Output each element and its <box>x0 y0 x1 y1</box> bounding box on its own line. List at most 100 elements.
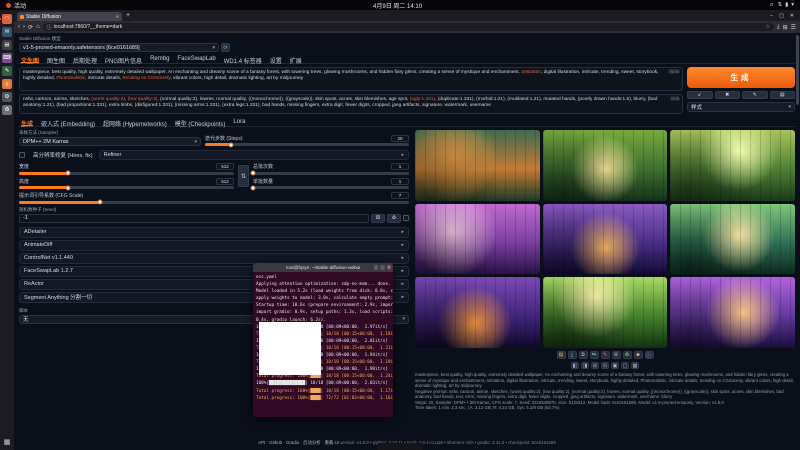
footer-link-1[interactable]: API <box>258 440 265 445</box>
batch-count-slider[interactable]: 总批次数1 <box>253 163 409 175</box>
extensions-button[interactable]: ⊞ <box>783 24 788 31</box>
settings-tab-4[interactable]: 模型 (Checkpoints) <box>175 119 226 126</box>
styles-dropdown[interactable]: 样式 ▾ <box>687 102 795 112</box>
main-tab-3[interactable]: 后期处理 <box>73 56 97 63</box>
gallery-image-4[interactable] <box>415 204 540 275</box>
terminal-minimize-button[interactable] <box>374 265 379 270</box>
steps-slider[interactable]: 迭代步数 (Steps)20 <box>205 135 409 147</box>
reload-button[interactable]: ⟳ <box>28 24 33 31</box>
bottom-dock-pill[interactable] <box>377 443 423 450</box>
main-tab-5[interactable]: Rembg <box>150 56 169 63</box>
refresh-checkpoint-button[interactable]: ⟳ <box>221 43 230 52</box>
close-button[interactable]: ✕ <box>790 13 794 19</box>
extra-networks-button[interactable]: ▤ <box>770 91 796 99</box>
width-slider-knob[interactable] <box>65 171 70 176</box>
footer-link-3[interactable]: Gradio <box>286 440 299 445</box>
network-icon[interactable]: ⇅ <box>778 2 783 8</box>
gallery-action-2[interactable]: ◨ <box>581 362 589 369</box>
terminal-window[interactable]: root@fqsyn: ~/stable-diffusion-webui ✕ e… <box>253 263 393 417</box>
settings-tab-3[interactable]: 超网络 (Hypernetworks) <box>103 119 167 126</box>
url-bar[interactable]: ⓘ localhost:7860/?__theme=dark ☆ <box>43 23 774 31</box>
files-icon[interactable]: ▤ <box>2 40 12 50</box>
gallery-action-3[interactable]: ⊞ <box>591 362 599 369</box>
gallery-image-6[interactable] <box>670 204 795 275</box>
settings-icon[interactable]: ⚙ <box>2 92 12 102</box>
gallery-image-5[interactable] <box>543 204 668 275</box>
settings-tab-5[interactable]: Lora <box>233 119 245 126</box>
prompt-textarea[interactable]: masterpiece, best quality, high quality,… <box>19 67 683 91</box>
main-tab-2[interactable]: 图生图 <box>47 56 65 63</box>
browser-tab[interactable]: Stable Diffusion ✕ <box>17 12 122 21</box>
send-to-inpaint-icon[interactable]: ✎ <box>601 351 610 359</box>
cfg-scale-slider-knob[interactable] <box>97 200 102 205</box>
main-tab-6[interactable]: FaceSwapLab <box>177 56 215 63</box>
footer-link-4[interactable]: 启动分析 <box>303 440 321 445</box>
gallery-image-3[interactable] <box>670 130 795 201</box>
image-info-icon[interactable]: ⓘ <box>645 351 654 359</box>
steps-slider-value[interactable]: 20 <box>391 135 409 142</box>
main-tab-8[interactable]: 设置 <box>270 56 282 63</box>
reuse-seed-button[interactable]: ♻ <box>387 214 401 223</box>
batch-count-slider-value[interactable]: 1 <box>391 163 409 170</box>
width-slider[interactable]: 宽度512 <box>19 163 234 175</box>
bookmark-star-icon[interactable]: ☆ <box>765 24 769 30</box>
page-scrollbar[interactable] <box>796 35 799 105</box>
open-folder-icon[interactable]: ▤ <box>557 351 566 359</box>
home-button[interactable]: ⌂ <box>36 24 40 31</box>
height-slider-track[interactable] <box>19 186 234 189</box>
swap-dimensions-button[interactable]: ⇅ <box>238 165 249 187</box>
terminal-icon[interactable]: ⌨ <box>2 53 12 63</box>
downloads-button[interactable]: ⤓ <box>777 24 780 31</box>
cfg-scale-slider-track[interactable] <box>19 201 409 204</box>
batch-size-slider-track[interactable] <box>253 186 409 189</box>
steps-slider-knob[interactable] <box>229 142 234 147</box>
batch-count-slider-track[interactable] <box>253 172 409 175</box>
activities-button[interactable]: 活动 <box>14 1 26 10</box>
volume-icon[interactable]: ♬ <box>769 2 775 8</box>
gallery-image-8[interactable] <box>543 277 668 348</box>
gallery-action-7[interactable]: ▩ <box>631 362 639 369</box>
maximize-button[interactable]: ▢ <box>779 13 784 19</box>
edit-styles-button[interactable]: ✎ <box>742 91 768 99</box>
minimize-button[interactable]: – <box>770 13 773 19</box>
accordion-2[interactable]: AnimateDiff▸ <box>19 240 409 251</box>
batch-size-slider-value[interactable]: 1 <box>391 178 409 185</box>
footer-link-5[interactable]: 重载 UI <box>325 440 339 445</box>
generate-button[interactable]: 生成 <box>687 67 795 88</box>
firefox-icon[interactable]: ◠ <box>2 14 12 24</box>
height-slider-knob[interactable] <box>65 185 70 190</box>
refiner-accordion[interactable]: Refiner ▸ <box>99 150 409 160</box>
battery-icon[interactable]: ▮ <box>785 2 788 8</box>
batch-size-slider-knob[interactable] <box>251 185 256 190</box>
gallery-action-4[interactable]: ⊟ <box>601 362 609 369</box>
negative-prompt-textarea[interactable]: nsfw, cartoon, anime, sketches, (worst q… <box>19 94 683 114</box>
back-button[interactable]: ‹ <box>18 24 20 31</box>
gallery-image-2[interactable] <box>543 130 668 201</box>
save-zip-icon[interactable]: ⧉ <box>579 351 588 359</box>
width-slider-track[interactable] <box>19 172 234 175</box>
terminal-output[interactable]: ess.yamlApplying attention optimization:… <box>253 272 393 417</box>
trash-icon[interactable]: ♻ <box>2 105 12 115</box>
main-tab-4[interactable]: PNG图片信息 <box>105 56 142 63</box>
tab-close-icon[interactable]: ✕ <box>116 14 119 19</box>
hires-checkbox[interactable] <box>19 152 25 158</box>
forward-button[interactable]: › <box>23 24 25 31</box>
show-apps-button[interactable]: ▦ <box>4 438 11 446</box>
site-info-icon[interactable]: ⓘ <box>47 24 52 31</box>
main-tab-7[interactable]: WD1.4 标签器 <box>224 56 262 63</box>
gallery-image-9[interactable] <box>670 277 795 348</box>
send-to-img2img-icon[interactable]: ⇆ <box>590 351 599 359</box>
sampler-dropdown[interactable]: DPM++ 2M Karras ▾ <box>19 137 201 146</box>
seed-input[interactable]: -1 <box>19 214 369 223</box>
main-tab-1[interactable]: 文生图 <box>21 56 39 63</box>
checkpoint-dropdown[interactable]: v1-5-pruned-emaonly.safetensors [6ce0161… <box>19 43 219 52</box>
gallery-action-5[interactable]: ▣ <box>611 362 619 369</box>
gallery-action-1[interactable]: ◧ <box>571 362 579 369</box>
steps-slider-track[interactable] <box>205 143 409 146</box>
save-image-icon[interactable]: ⤓ <box>568 351 577 359</box>
main-tab-9[interactable]: 扩展 <box>290 56 302 63</box>
menu-button[interactable]: ☰ <box>791 24 796 31</box>
gallery-action-6[interactable]: ▢ <box>621 362 629 369</box>
width-slider-value[interactable]: 512 <box>216 163 234 170</box>
text-editor-icon[interactable]: ✎ <box>2 66 12 76</box>
